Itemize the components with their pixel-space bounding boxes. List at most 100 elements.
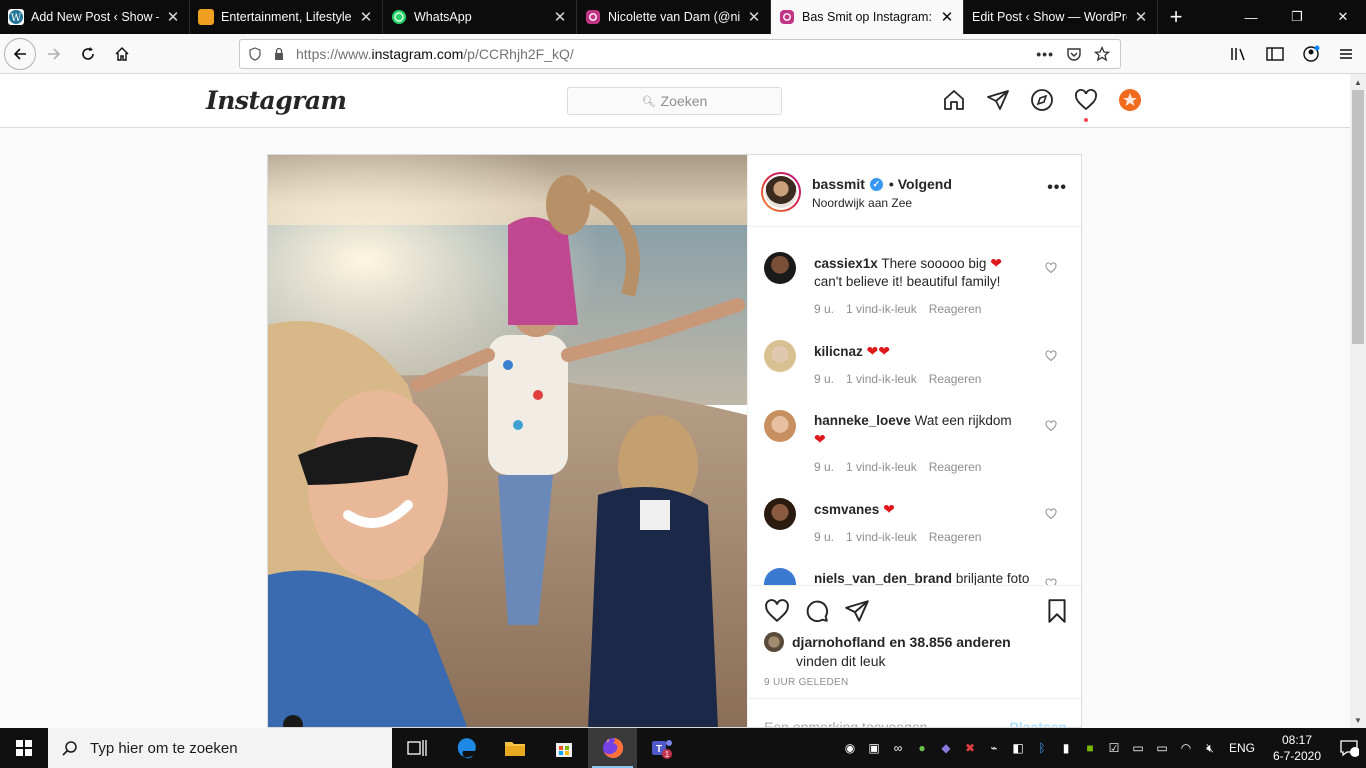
activity-heart-icon[interactable]	[1074, 88, 1098, 112]
tray-app-icon[interactable]: ◉	[838, 728, 862, 768]
restore-icon[interactable]: ❐	[1274, 0, 1320, 34]
home-icon[interactable]	[942, 88, 966, 112]
commenter-avatar[interactable]	[764, 410, 796, 442]
edge-browser-icon[interactable]	[441, 728, 490, 768]
comment-time[interactable]: 9 u.	[814, 302, 834, 316]
notifications-icon[interactable]	[1332, 728, 1366, 768]
add-comment-input[interactable]: Een opmerking toevoegen...	[764, 719, 939, 727]
clock[interactable]: 08:17 6-7-2020	[1262, 732, 1332, 764]
comment-likes[interactable]: 1 vind-ik-leuk	[846, 530, 917, 544]
browser-tab[interactable]: Nicolette van Dam (@nic ✕	[577, 0, 771, 34]
like-comment-icon[interactable]	[1045, 350, 1057, 362]
comment-time[interactable]: 9 u.	[814, 372, 834, 386]
comment-username[interactable]: csmvanes	[814, 502, 879, 517]
like-comment-icon[interactable]	[1045, 578, 1057, 585]
post-photo[interactable]	[268, 155, 747, 727]
commenter-avatar[interactable]	[764, 498, 796, 530]
tray-app-icon[interactable]: ▣	[862, 728, 886, 768]
comment-username[interactable]: hanneke_loeve	[814, 413, 911, 428]
nvidia-icon[interactable]: ■	[1078, 728, 1102, 768]
menu-icon[interactable]	[1338, 46, 1354, 62]
page-scrollbar[interactable]: ▲ ▼	[1350, 74, 1366, 728]
url-bar[interactable]: https://www.instagram.com/p/CCRhjh2F_kQ/…	[239, 39, 1121, 69]
close-tab-icon[interactable]: ✕	[939, 8, 955, 26]
browser-tab[interactable]: Entertainment, Lifestyle, ✕	[190, 0, 383, 34]
tray-link-icon[interactable]: ∞	[886, 728, 910, 768]
tray-app-icon[interactable]: ☑	[1102, 728, 1126, 768]
pocket-icon[interactable]	[1066, 46, 1082, 62]
author-avatar[interactable]	[761, 172, 801, 212]
browser-tab[interactable]: Edit Post ‹ Show — WordPres ✕	[964, 0, 1158, 34]
search-input[interactable]: 🔍︎ Zoeken	[567, 87, 782, 115]
follow-status[interactable]: • Volgend	[889, 176, 952, 192]
browser-tab[interactable]: W Add New Post ‹ Show — Wor ✕	[0, 0, 190, 34]
like-comment-icon[interactable]	[1045, 508, 1057, 520]
instagram-logo[interactable]: Instagram	[206, 86, 347, 115]
reload-button[interactable]	[72, 38, 104, 70]
post-timestamp[interactable]: 9 UUR GELEDEN	[764, 677, 848, 688]
close-tab-icon[interactable]: ✕	[746, 8, 762, 26]
comment-username[interactable]: niels_van_den_brand	[814, 571, 952, 585]
scroll-up-icon[interactable]: ▲	[1350, 74, 1366, 90]
save-bookmark-icon[interactable]	[1044, 598, 1070, 624]
explore-icon[interactable]	[1030, 88, 1054, 112]
page-actions-icon[interactable]: •••	[1036, 46, 1054, 62]
scrollbar-thumb[interactable]	[1352, 90, 1364, 344]
comment-username[interactable]: kilicnaz	[814, 344, 863, 359]
close-tab-icon[interactable]: ✕	[165, 8, 181, 26]
home-button[interactable]	[106, 38, 138, 70]
comment-icon[interactable]	[804, 598, 830, 624]
tray-app-icon[interactable]: ●	[910, 728, 934, 768]
taskbar-search[interactable]: Typ hier om te zoeken	[48, 728, 392, 768]
browser-tab-active[interactable]: Bas Smit op Instagram: "I ✕	[771, 0, 964, 34]
tray-app-icon[interactable]: ✖	[958, 728, 982, 768]
reply-button[interactable]: Reageren	[929, 530, 982, 544]
file-explorer-icon[interactable]	[490, 728, 539, 768]
comment-likes[interactable]: 1 vind-ik-leuk	[846, 372, 917, 386]
commenter-avatar[interactable]	[764, 252, 796, 284]
comments-list[interactable]: cassiex1x There sooooo big ❤ can't belie…	[748, 228, 1081, 585]
add-comment-box[interactable]: Een opmerking toevoegen... Plaatsen	[748, 698, 1081, 727]
bluetooth-icon[interactable]: ᛒ	[1030, 728, 1054, 768]
direct-message-icon[interactable]	[986, 88, 1010, 112]
teams-icon[interactable]: T1	[637, 728, 686, 768]
comment-likes[interactable]: 1 vind-ik-leuk	[846, 302, 917, 316]
close-tab-icon[interactable]: ✕	[552, 8, 568, 26]
likes-count[interactable]: en 38.856 anderen	[889, 634, 1010, 650]
comment-username[interactable]: cassiex1x	[814, 256, 878, 271]
post-comment-button[interactable]: Plaatsen	[1009, 719, 1067, 727]
close-window-icon[interactable]: ✕	[1320, 0, 1366, 34]
browser-tab[interactable]: WhatsApp ✕	[383, 0, 577, 34]
commenter-avatar[interactable]	[764, 568, 796, 585]
close-tab-icon[interactable]: ✕	[358, 8, 374, 26]
account-icon[interactable]	[1302, 45, 1320, 63]
forward-button[interactable]	[38, 38, 70, 70]
like-icon[interactable]	[764, 598, 790, 624]
comment-likes[interactable]: 1 vind-ik-leuk	[846, 460, 917, 474]
reply-button[interactable]: Reageren	[929, 302, 982, 316]
tray-app-icon[interactable]: ⌁	[982, 728, 1006, 768]
sidebar-icon[interactable]	[1266, 46, 1284, 62]
new-tab-button[interactable]: +	[1158, 0, 1194, 34]
minimize-icon[interactable]: —	[1228, 0, 1274, 34]
post-location[interactable]: Noordwijk aan Zee	[812, 196, 912, 210]
start-button[interactable]	[0, 728, 48, 768]
close-tab-icon[interactable]: ✕	[1133, 8, 1149, 26]
more-options-icon[interactable]: •••	[1047, 179, 1067, 197]
like-comment-icon[interactable]	[1045, 420, 1057, 432]
volume-mute-icon[interactable]: 🔇︎	[1198, 728, 1222, 768]
library-icon[interactable]	[1230, 46, 1248, 62]
firefox-icon[interactable]	[588, 728, 637, 768]
wifi-icon[interactable]: ◠	[1174, 728, 1198, 768]
input-language[interactable]: ENG	[1222, 741, 1262, 755]
reply-button[interactable]: Reageren	[929, 372, 982, 386]
tray-app-icon[interactable]: ◆	[934, 728, 958, 768]
scroll-down-icon[interactable]: ▼	[1350, 712, 1366, 728]
share-icon[interactable]	[844, 598, 870, 624]
tray-app-icon[interactable]: ▮	[1054, 728, 1078, 768]
like-comment-icon[interactable]	[1045, 262, 1057, 274]
comment-time[interactable]: 9 u.	[814, 460, 834, 474]
reply-button[interactable]: Reageren	[929, 460, 982, 474]
battery-icon[interactable]: ▭	[1150, 728, 1174, 768]
comment-time[interactable]: 9 u.	[814, 530, 834, 544]
